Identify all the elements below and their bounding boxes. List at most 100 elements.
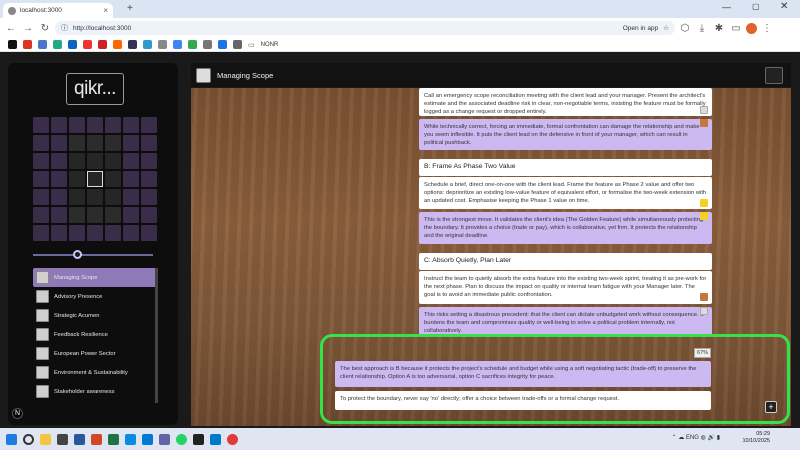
bookmark-icon[interactable] (68, 40, 77, 49)
sidebar-item-european-power-sector[interactable]: European Power Sector (33, 344, 157, 363)
bookmark-folder[interactable]: NONR (261, 42, 279, 48)
option-c-title-card[interactable]: C: Absorb Quietly, Plan Later (419, 253, 712, 270)
grid-tile[interactable] (123, 189, 139, 205)
grid-tile[interactable] (105, 189, 121, 205)
grid-tile[interactable] (87, 189, 103, 205)
file-explorer-icon[interactable] (40, 433, 51, 445)
header-action-button[interactable] (765, 67, 783, 84)
grid-tile[interactable] (33, 189, 49, 205)
grid-tile[interactable] (51, 153, 67, 169)
grid-tile[interactable] (87, 153, 103, 169)
bookmark-icon[interactable] (128, 40, 137, 49)
level-slider-track[interactable] (33, 254, 153, 256)
back-icon[interactable]: ← (4, 21, 18, 35)
grid-tile[interactable] (141, 207, 157, 223)
system-tray[interactable]: ⌃ ☁ ENG ◍ 🔊 ▮ (672, 434, 720, 441)
grid-tile[interactable] (33, 171, 49, 187)
sidebar-item-environment-sustainability[interactable]: Environment & Sustainability (33, 363, 157, 382)
menu-scrollbar[interactable] (155, 268, 158, 403)
grid-tile[interactable] (105, 225, 121, 241)
grid-tile[interactable] (123, 153, 139, 169)
extension-icon[interactable]: ⬡ (678, 21, 692, 35)
add-button[interactable]: + (765, 401, 777, 413)
grid-tile[interactable] (123, 171, 139, 187)
teams-icon[interactable] (159, 433, 170, 445)
window-minimize-icon[interactable]: — (722, 2, 731, 12)
grid-tile[interactable] (51, 171, 67, 187)
grid-tile[interactable] (141, 171, 157, 187)
word-icon[interactable] (74, 433, 85, 445)
grid-tile[interactable] (105, 171, 121, 187)
outlook-icon[interactable] (142, 433, 153, 445)
grid-tile[interactable] (69, 189, 85, 205)
sidebar-item-advisory-presence[interactable]: Advisory Presence (33, 287, 157, 306)
whatsapp-icon[interactable] (176, 433, 187, 445)
app-n-icon[interactable]: N (12, 408, 23, 419)
grid-tile[interactable] (69, 225, 85, 241)
vscode-icon[interactable] (210, 433, 221, 445)
bookmark-icon[interactable] (98, 40, 107, 49)
option-a-card[interactable]: Call an emergency scope reconciliation m… (419, 88, 712, 116)
bookmark-icon[interactable] (158, 40, 167, 49)
powerpoint-icon[interactable] (91, 433, 102, 445)
grid-tile[interactable] (51, 117, 67, 133)
folder-icon[interactable]: ▭ (248, 41, 255, 49)
downloads-icon[interactable]: ⤓ (695, 21, 709, 35)
level-slider-knob[interactable] (73, 250, 82, 259)
bookmark-icon[interactable] (113, 40, 122, 49)
bookmark-icon[interactable] (53, 40, 62, 49)
option-b-card[interactable]: Schedule a brief, direct one-on-one with… (419, 177, 712, 209)
edge-icon[interactable] (125, 433, 136, 445)
window-maximize-icon[interactable]: ▢ (752, 2, 760, 11)
bookmark-icon[interactable] (173, 40, 182, 49)
bookmark-icon[interactable] (23, 40, 32, 49)
window-close-icon[interactable]: ✕ (780, 1, 788, 12)
bookmark-icon[interactable] (38, 40, 47, 49)
tab-close-icon[interactable]: × (103, 6, 108, 15)
forward-icon[interactable]: → (21, 21, 35, 35)
site-info-icon[interactable]: ⓘ (61, 23, 68, 33)
grid-tile[interactable] (87, 207, 103, 223)
menu-kebab-icon[interactable]: ⋮ (760, 21, 774, 35)
grid-tile[interactable] (33, 225, 49, 241)
grid-tile[interactable] (141, 117, 157, 133)
grid-tile[interactable] (123, 225, 139, 241)
grid-tile[interactable] (33, 135, 49, 151)
chrome-icon[interactable] (227, 433, 238, 445)
sidebar-item-stakeholder-awareness[interactable]: Stakeholder awareness (33, 382, 157, 401)
profile-avatar[interactable] (746, 22, 757, 34)
option-b-title-card[interactable]: B: Frame As Phase Two Value (419, 159, 712, 176)
grid-tile[interactable] (87, 135, 103, 151)
grid-tile[interactable] (51, 135, 67, 151)
grid-tile[interactable] (51, 189, 67, 205)
bookmark-icon[interactable] (218, 40, 227, 49)
system-clock[interactable]: 05:29 10/10/2025 (742, 431, 770, 445)
language-indicator[interactable]: ENG (686, 435, 699, 441)
grid-tile[interactable] (69, 207, 85, 223)
grid-tile[interactable] (123, 135, 139, 151)
grid-tile[interactable] (141, 189, 157, 205)
new-tab-button[interactable]: + (127, 3, 133, 14)
bookmark-icon[interactable] (8, 40, 17, 49)
terminal-icon[interactable] (193, 433, 204, 445)
grid-tile[interactable] (123, 207, 139, 223)
grid-tile[interactable] (33, 153, 49, 169)
grid-tile[interactable] (33, 207, 49, 223)
open-in-app-button[interactable]: Open in app (623, 25, 658, 32)
search-icon[interactable] (23, 433, 34, 445)
grid-tile[interactable] (69, 117, 85, 133)
bookmark-icon[interactable] (233, 40, 242, 49)
grid-tile[interactable] (141, 135, 157, 151)
browser-tab[interactable]: localhost:3000 × (3, 3, 113, 18)
grid-tile[interactable] (105, 117, 121, 133)
sidebar-item-strategic-acumen[interactable]: Strategic Acumen (33, 306, 157, 325)
grid-tile[interactable] (105, 153, 121, 169)
grid-tile[interactable] (33, 117, 49, 133)
sidebar-toggle-icon[interactable]: ▭ (729, 21, 743, 35)
grid-tile[interactable] (105, 135, 121, 151)
extensions-puzzle-icon[interactable]: ✱ (712, 21, 726, 35)
bookmark-icon[interactable] (188, 40, 197, 49)
grid-tile[interactable] (87, 117, 103, 133)
grid-tile[interactable] (141, 225, 157, 241)
taskbar-app-icon[interactable] (57, 433, 68, 445)
